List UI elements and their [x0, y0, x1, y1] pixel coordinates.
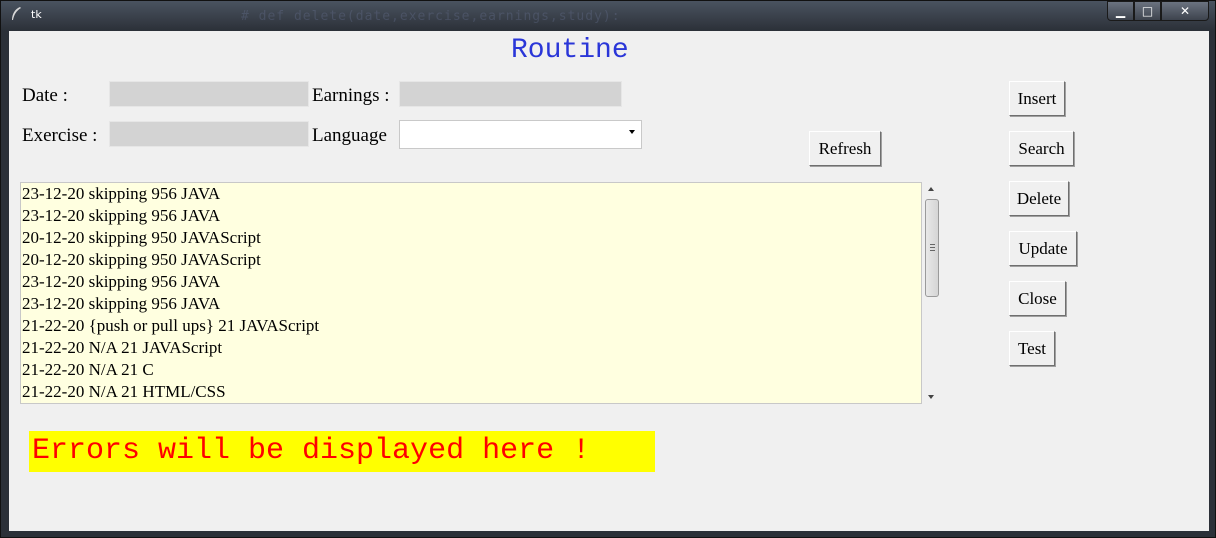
earnings-field[interactable] [399, 81, 622, 107]
exercise-field[interactable] [109, 121, 309, 147]
list-item[interactable]: 21-22-20 N/A 21 JAVAScript [21, 337, 921, 359]
date-field[interactable] [109, 81, 309, 107]
scroll-down-icon[interactable] [928, 395, 934, 399]
list-item[interactable]: 23-12-20 skipping 956 JAVA [21, 183, 921, 205]
test-button[interactable]: Test [1009, 331, 1055, 366]
background-code-ghost: # def delete(date,exercise,earnings,stud… [241, 9, 621, 24]
client-area: Routine Date : Earnings : Exercise : Lan… [9, 31, 1209, 531]
list-item[interactable]: 20-12-20 skipping 950 JAVAScript [21, 249, 921, 271]
app-window: tk # def delete(date,exercise,earnings,s… [0, 0, 1216, 538]
minimize-icon: ▁ [1115, 4, 1126, 18]
chevron-down-icon[interactable] [629, 130, 635, 134]
feather-icon [12, 7, 21, 20]
window-title: tk [31, 8, 42, 21]
error-message: Errors will be displayed here ! [29, 431, 655, 472]
maximize-button[interactable]: □ [1134, 1, 1161, 21]
update-button[interactable]: Update [1009, 231, 1077, 266]
earnings-label: Earnings : [312, 85, 390, 106]
scroll-up-icon[interactable] [928, 187, 934, 191]
title-bar[interactable]: tk # def delete(date,exercise,earnings,s… [1, 1, 1215, 29]
close-window-button[interactable]: ✕ [1161, 1, 1209, 21]
records-listbox[interactable]: 23-12-20 skipping 956 JAVA 23-12-20 skip… [20, 182, 922, 404]
list-item[interactable]: 21-22-20 N/A 21 HTML/CSS [21, 381, 921, 403]
maximize-icon: □ [1141, 4, 1154, 18]
grip-icon [930, 244, 935, 251]
refresh-button[interactable]: Refresh [809, 131, 881, 166]
language-select[interactable] [399, 120, 642, 149]
date-label: Date : [22, 85, 68, 106]
list-item[interactable]: 21-22-20 {push or pull ups} 21 JAVAScrip… [21, 315, 921, 337]
scrollbar-thumb[interactable] [925, 199, 939, 297]
exercise-label: Exercise : [22, 125, 98, 146]
search-button[interactable]: Search [1009, 131, 1074, 166]
insert-button[interactable]: Insert [1009, 81, 1065, 116]
list-item[interactable]: 23-12-20 skipping 956 JAVA [21, 205, 921, 227]
minimize-button[interactable]: ▁ [1107, 1, 1134, 21]
records-scrollbar[interactable] [924, 182, 940, 404]
page-title: Routine [511, 35, 629, 66]
window-controls: ▁ □ ✕ [1107, 1, 1209, 21]
close-icon: ✕ [1179, 4, 1191, 18]
delete-button[interactable]: Delete [1009, 181, 1069, 216]
list-item[interactable]: 23-12-20 skipping 956 JAVA [21, 271, 921, 293]
list-item[interactable]: 21-22-20 N/A 21 C [21, 359, 921, 381]
language-label: Language [312, 125, 387, 146]
list-item[interactable]: 20-12-20 skipping 950 JAVAScript [21, 227, 921, 249]
list-item[interactable]: 23-12-20 skipping 956 JAVA [21, 293, 921, 315]
close-button[interactable]: Close [1009, 281, 1066, 316]
